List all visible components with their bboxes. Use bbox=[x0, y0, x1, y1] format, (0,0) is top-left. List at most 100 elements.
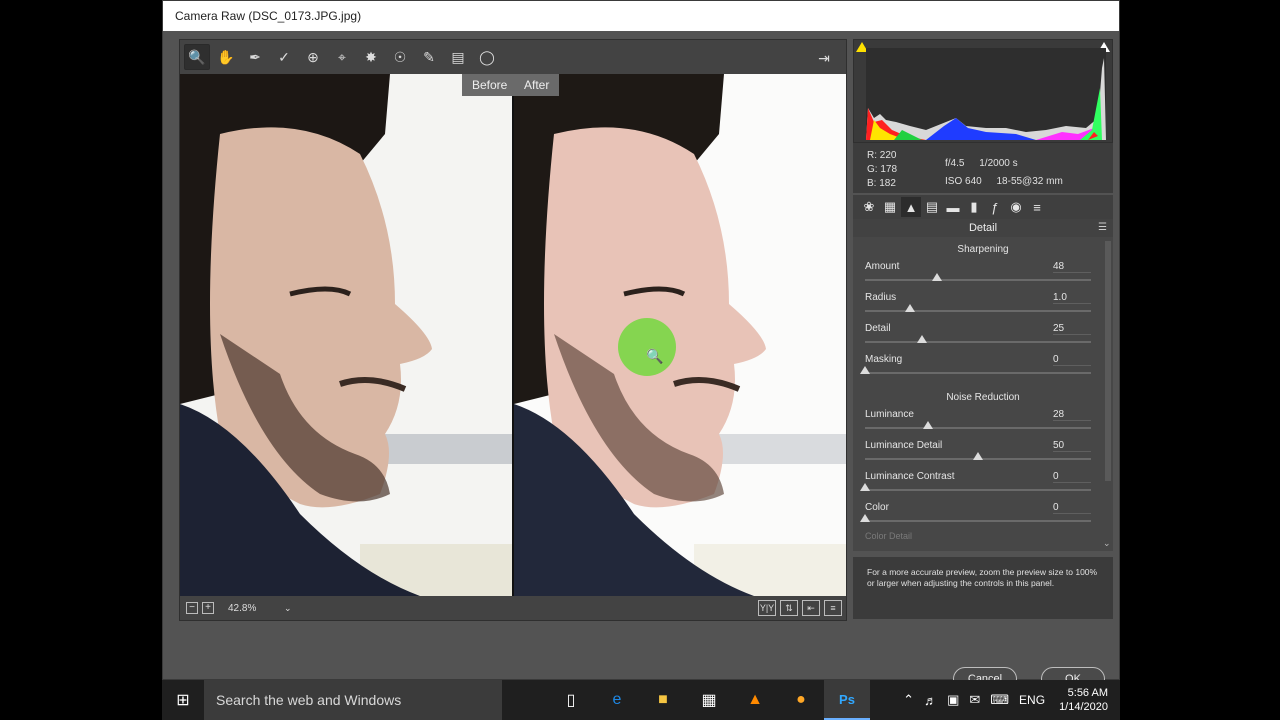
slider-thumb[interactable] bbox=[860, 366, 870, 374]
rgb-readout: R: 220 G: 178 B: 182 bbox=[867, 149, 897, 191]
preview-frame: 🔍 ✋ ✒ ✓ ⊕ ⌖ ✸ ☉ ✎ ▤ ◯ ⇥ Before After 🔍 −… bbox=[179, 39, 847, 621]
spot-removal-icon[interactable]: ✸ bbox=[358, 44, 384, 70]
show-hidden-icons-icon[interactable]: ⌃ bbox=[903, 692, 914, 708]
slider-value-input[interactable]: 0 bbox=[1053, 354, 1091, 366]
histogram-graph bbox=[866, 48, 1106, 140]
slider-label: Luminance Detail bbox=[865, 440, 943, 451]
slider-track[interactable] bbox=[865, 427, 1091, 429]
scroll-thumb[interactable] bbox=[1105, 241, 1111, 481]
slider-thumb[interactable] bbox=[916, 335, 927, 343]
tab-hsl-icon[interactable]: ▤ bbox=[922, 197, 942, 217]
language-indicator[interactable]: ENG bbox=[1019, 693, 1045, 707]
iso: ISO 640 bbox=[945, 176, 982, 187]
g-value: G: 178 bbox=[867, 164, 898, 175]
lens: 18-55@32 mm bbox=[996, 176, 1063, 187]
slider-value-input[interactable]: 50 bbox=[1053, 440, 1091, 452]
slider-value-input[interactable]: 1.0 bbox=[1053, 292, 1091, 304]
tab-basic-icon[interactable]: ❀ bbox=[859, 197, 879, 217]
camera-raw-window: Camera Raw (DSC_0173.JPG.jpg) 🔍 ✋ ✒ ✓ ⊕ … bbox=[162, 0, 1120, 691]
before-after-view-icon[interactable]: Y|Y bbox=[758, 600, 776, 616]
slider-label: Detail bbox=[865, 323, 891, 334]
slider-thumb[interactable] bbox=[932, 273, 943, 281]
task-view-icon[interactable]: ▯ bbox=[548, 680, 594, 720]
file-explorer-icon[interactable]: ■ bbox=[640, 680, 686, 720]
scroll-down-icon[interactable]: ⌄ bbox=[1103, 538, 1111, 549]
slider-thumb[interactable] bbox=[973, 452, 983, 460]
tab-lens-corrections-icon[interactable]: ▮ bbox=[964, 197, 984, 217]
preview-settings-icon[interactable]: ≡ bbox=[824, 600, 842, 616]
graduated-filter-icon[interactable]: ▤ bbox=[445, 44, 471, 70]
edge-icon[interactable]: e bbox=[594, 680, 640, 720]
chevron-down-icon[interactable]: ⌄ bbox=[284, 603, 292, 614]
slider-track[interactable] bbox=[865, 310, 1091, 312]
window-title: Camera Raw (DSC_0173.JPG.jpg) bbox=[163, 1, 1119, 31]
windows-start-icon[interactable]: ⊞ bbox=[162, 680, 204, 720]
slider-luminance: Luminance 28 bbox=[853, 407, 1113, 438]
after-label[interactable]: After bbox=[514, 74, 560, 96]
before-image bbox=[180, 74, 512, 596]
slider-track[interactable] bbox=[865, 372, 1091, 374]
zoom-in-button[interactable]: + bbox=[202, 602, 214, 614]
panel-tip: For a more accurate preview, zoom the pr… bbox=[853, 557, 1113, 619]
histogram bbox=[853, 39, 1113, 143]
open-preferences-icon[interactable]: ⇥ bbox=[811, 45, 837, 71]
action-center-icon[interactable]: ✉ bbox=[969, 692, 980, 708]
slider-track[interactable] bbox=[865, 279, 1091, 281]
zoom-out-button[interactable]: − bbox=[186, 602, 198, 614]
slider-track[interactable] bbox=[865, 489, 1091, 491]
zoom-icon[interactable]: 🔍 bbox=[184, 44, 210, 70]
clock[interactable]: 5:56 AM 1/14/2020 bbox=[1059, 686, 1108, 714]
slider-label: Color bbox=[865, 502, 889, 513]
search-input[interactable]: Search the web and Windows bbox=[204, 680, 502, 720]
radial-filter-icon[interactable]: ◯ bbox=[474, 44, 500, 70]
image-info: R: 220 G: 178 B: 182 f/4.5 1/2000 s ISO … bbox=[853, 143, 1113, 193]
image-preview[interactable]: Before After 🔍 bbox=[180, 74, 846, 596]
uc-browser-icon[interactable]: ● bbox=[778, 680, 824, 720]
store-icon[interactable]: ▦ bbox=[686, 680, 732, 720]
slider-value-input[interactable]: 0 bbox=[1053, 502, 1091, 514]
color-sampler-icon[interactable]: ✓ bbox=[271, 44, 297, 70]
tab-detail-icon[interactable]: ▲ bbox=[901, 197, 921, 217]
volume-icon[interactable]: ♬ bbox=[924, 693, 937, 708]
slider-amount: Amount 48 bbox=[853, 259, 1113, 290]
copy-settings-icon[interactable]: ⇤ bbox=[802, 600, 820, 616]
tab-presets-icon[interactable]: ≡ bbox=[1027, 197, 1047, 217]
targeted-adjustment-icon[interactable]: ⊕ bbox=[300, 44, 326, 70]
panel-menu-icon[interactable]: ☰ bbox=[1098, 219, 1107, 237]
noise-sliders: Luminance 28 Luminance Detail 50 Luminance C… bbox=[853, 407, 1113, 531]
slider-track[interactable] bbox=[865, 341, 1091, 343]
slider-color: Color 0 bbox=[853, 500, 1113, 531]
vlc-icon[interactable]: ▲ bbox=[732, 680, 778, 720]
zoom-level[interactable]: 42.8% bbox=[228, 603, 280, 614]
slider-value-input[interactable]: 0 bbox=[1053, 471, 1091, 483]
photoshop-icon[interactable]: Ps bbox=[824, 680, 870, 720]
tab-effects-icon[interactable]: ƒ bbox=[985, 197, 1005, 217]
sharpening-title: Sharpening bbox=[957, 244, 1009, 255]
white-balance-icon[interactable]: ✒ bbox=[242, 44, 268, 70]
panel-scrollbar[interactable]: ⌄ bbox=[1103, 241, 1111, 548]
slider-track[interactable] bbox=[865, 520, 1091, 522]
exif-readout: f/4.5 1/2000 s ISO 640 18-55@32 mm bbox=[945, 155, 1075, 191]
slider-thumb[interactable] bbox=[860, 514, 870, 522]
slider-value-input[interactable]: 48 bbox=[1053, 261, 1091, 273]
crop-icon[interactable]: ⌖ bbox=[329, 44, 355, 70]
detail-controls: Sharpening Amount 48 Radius 1.0 Detail 25 Mask… bbox=[853, 237, 1113, 551]
slider-value-input[interactable]: 28 bbox=[1053, 409, 1091, 421]
red-eye-icon[interactable]: ☉ bbox=[387, 44, 413, 70]
tab-split-toning-icon[interactable]: ▬ bbox=[943, 197, 963, 217]
noise-reduction-title: Noise Reduction bbox=[946, 392, 1020, 403]
adjustment-brush-icon[interactable]: ✎ bbox=[416, 44, 442, 70]
tab-tone-curve-icon[interactable]: ▦ bbox=[880, 197, 900, 217]
slider-label: Masking bbox=[865, 354, 903, 365]
hand-icon[interactable]: ✋ bbox=[213, 44, 239, 70]
swap-settings-icon[interactable]: ⇅ bbox=[780, 600, 798, 616]
slider-value-input[interactable]: 25 bbox=[1053, 323, 1091, 335]
slider-thumb[interactable] bbox=[905, 304, 916, 312]
keyboard-icon[interactable]: ⌨ bbox=[990, 692, 1009, 708]
before-label[interactable]: Before bbox=[462, 74, 518, 96]
tab-camera-calibration-icon[interactable]: ◉ bbox=[1006, 197, 1026, 217]
zoom-cursor-icon: 🔍 bbox=[646, 348, 664, 364]
slider-thumb[interactable] bbox=[860, 483, 870, 491]
network-icon[interactable]: ▣ bbox=[947, 692, 959, 708]
slider-thumb[interactable] bbox=[923, 421, 934, 429]
